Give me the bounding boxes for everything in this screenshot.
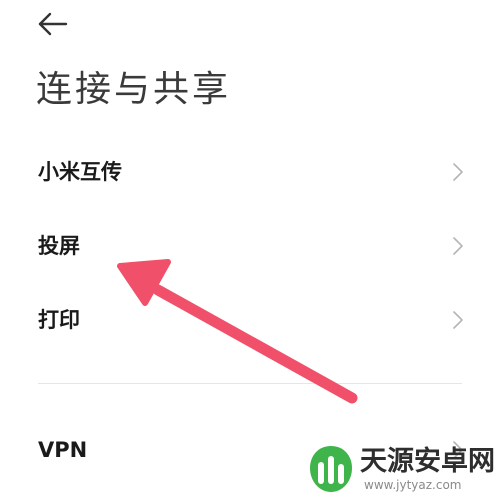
chevron-right-icon (453, 163, 463, 181)
settings-item-mi-share[interactable]: 小米互传 (0, 144, 500, 200)
settings-item-vpn[interactable]: VPN (0, 422, 500, 478)
settings-item-label: VPN (38, 438, 88, 462)
watermark-url: www.jytyaz.com (364, 478, 462, 492)
settings-item-label: 投屏 (38, 234, 80, 258)
settings-item-print[interactable]: 打印 (0, 292, 500, 348)
settings-item-screen-cast[interactable]: 投屏 (0, 218, 500, 274)
settings-screen: 连接与共享 小米互传 投屏 打印 VPN 天源安卓网 www.jytyaz.co… (0, 0, 500, 500)
page-title: 连接与共享 (36, 69, 232, 110)
settings-item-label: 小米互传 (38, 160, 122, 184)
chevron-right-icon (453, 441, 463, 459)
settings-item-label: 打印 (38, 308, 80, 332)
arrow-left-icon (38, 12, 68, 36)
chevron-right-icon (453, 311, 463, 329)
back-button[interactable] (34, 8, 74, 40)
chevron-right-icon (453, 237, 463, 255)
section-divider (38, 383, 462, 384)
